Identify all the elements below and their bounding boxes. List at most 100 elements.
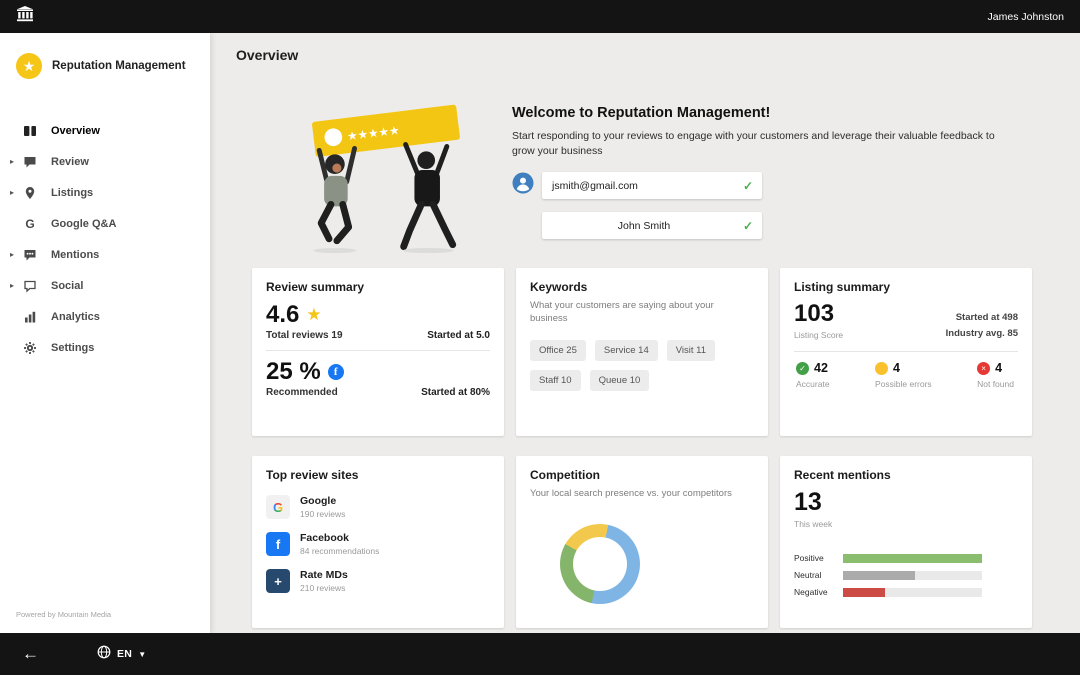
stat-value: 4: [893, 361, 900, 375]
review-summary-card: Review summary 4.6 ★ Total reviews 19 St…: [252, 268, 504, 436]
card-title: Review summary: [266, 280, 490, 294]
warning-circle-icon: [875, 362, 888, 375]
keyword-chip[interactable]: Queue 10: [590, 370, 650, 391]
brand-label: Reputation Management: [52, 60, 186, 72]
mentions-count: 13: [794, 488, 1018, 517]
listing-started-at: Started at 498: [946, 310, 1018, 326]
sidebar-item-label: Overview: [51, 125, 100, 137]
sidebar-item-analytics[interactable]: Analytics: [0, 301, 210, 332]
bar-label: Negative: [794, 587, 834, 597]
divider: [266, 350, 490, 351]
sidebar-item-settings[interactable]: Settings: [0, 332, 210, 363]
listing-industry-avg: Industry avg. 85: [946, 326, 1018, 342]
sentiment-bars: Positive Neutral Negative: [794, 553, 982, 597]
bar-label: Positive: [794, 553, 834, 563]
check-icon: ✓: [743, 219, 753, 233]
star-icon: ★: [306, 305, 321, 325]
keyword-chip[interactable]: Service 14: [595, 340, 658, 361]
review-site-google[interactable]: G Google 190 reviews: [266, 495, 490, 519]
site-detail: 210 reviews: [300, 583, 348, 593]
expand-arrow-icon[interactable]: ▸: [10, 157, 22, 166]
user-name[interactable]: James Johnston: [988, 11, 1064, 23]
card-title: Top review sites: [266, 468, 490, 482]
review-site-ratemds[interactable]: + Rate MDs 210 reviews: [266, 569, 490, 593]
keyword-chip[interactable]: Office 25: [530, 340, 586, 361]
started-at-rating: Started at 5.0: [427, 330, 490, 341]
contact-avatar-icon: [512, 172, 534, 199]
language-code: EN: [117, 648, 132, 660]
reputation-management-app: James Johnston ★ Reputation Management O…: [0, 0, 1080, 675]
email-value: jsmith@gmail.com: [552, 180, 638, 192]
competition-donut-chart: [560, 524, 640, 604]
competition-card: Competition Your local search presence v…: [516, 456, 768, 628]
site-detail: 190 reviews: [300, 509, 345, 519]
recent-mentions-card: Recent mentions 13 This week Positive Ne…: [780, 456, 1032, 628]
keywords-card: Keywords What your customers are saying …: [516, 268, 768, 436]
google-icon: G: [266, 495, 290, 519]
keyword-chip[interactable]: Staff 10: [530, 370, 581, 391]
recommended-label: Recommended: [266, 387, 338, 398]
name-value: John Smith: [618, 220, 671, 232]
listing-stats: ✓ 42 Accurate 4 Possible errors: [794, 359, 1018, 389]
total-reviews-label: Total reviews 19: [266, 330, 343, 341]
gear-icon: [22, 341, 38, 355]
stat-value: 4: [995, 361, 1002, 375]
email-field[interactable]: jsmith@gmail.com ✓: [542, 172, 762, 199]
facebook-icon: f: [266, 532, 290, 556]
language-selector[interactable]: EN ▼: [97, 645, 146, 664]
building-icon[interactable]: [16, 6, 34, 27]
powered-by-label: Powered by Mountain Media: [16, 610, 111, 619]
bar-track: [843, 571, 982, 580]
card-title: Competition: [530, 468, 754, 482]
email-row: jsmith@gmail.com ✓: [512, 172, 762, 199]
check-icon: ✓: [743, 179, 753, 193]
sidebar-item-review[interactable]: ▸ Review: [0, 146, 210, 177]
mentions-period: This week: [794, 519, 1018, 529]
star-badge-icon: ★: [16, 53, 42, 79]
review-site-facebook[interactable]: f Facebook 84 recommendations: [266, 532, 490, 556]
donut-hole: [573, 537, 627, 591]
stat-not-found: × 4 Not found: [977, 361, 1014, 389]
sidebar-nav: Overview ▸ Review ▸ Listings G Google Q&: [0, 115, 210, 363]
bar-track: [843, 588, 982, 597]
welcome-title: Welcome to Reputation Management!: [512, 105, 1012, 121]
top-bar: James Johnston: [0, 0, 1080, 33]
dashboard-cards: Review summary 4.6 ★ Total reviews 19 St…: [252, 268, 1032, 628]
stat-label: Accurate: [796, 379, 830, 389]
keywords-subtitle: What your customers are saying about you…: [530, 299, 730, 326]
brand: ★ Reputation Management: [0, 33, 210, 89]
divider: [794, 351, 1018, 352]
error-circle-icon: ×: [977, 362, 990, 375]
stat-accurate: ✓ 42 Accurate: [796, 361, 830, 389]
sidebar-item-social[interactable]: ▸ Social: [0, 270, 210, 301]
location-pin-icon: [22, 186, 38, 200]
bar-row-neutral: Neutral: [794, 570, 982, 580]
sidebar-item-label: Social: [51, 280, 83, 292]
google-g-icon: G: [22, 217, 38, 231]
check-circle-icon: ✓: [796, 362, 809, 375]
bottom-bar: ← EN ▼: [0, 633, 1080, 675]
expand-arrow-icon[interactable]: ▸: [10, 188, 22, 197]
competition-subtitle: Your local search presence vs. your comp…: [530, 487, 754, 500]
sidebar-item-listings[interactable]: ▸ Listings: [0, 177, 210, 208]
sidebar-item-mentions[interactable]: ▸ Mentions: [0, 239, 210, 270]
sidebar-item-google-qa[interactable]: G Google Q&A: [0, 208, 210, 239]
bar-fill-negative: [843, 588, 885, 597]
expand-arrow-icon[interactable]: ▸: [10, 250, 22, 259]
keyword-chip[interactable]: Visit 11: [667, 340, 715, 361]
social-chat-icon: [22, 279, 38, 293]
rating-value: 4.6: [266, 301, 299, 329]
sidebar-item-overview[interactable]: Overview: [0, 115, 210, 146]
name-field[interactable]: John Smith ✓: [542, 212, 762, 239]
bar-chart-icon: [22, 310, 38, 324]
bar-row-negative: Negative: [794, 587, 982, 597]
sidebar-item-label: Analytics: [51, 311, 100, 323]
back-arrow-icon[interactable]: ←: [22, 644, 39, 664]
bar-fill-positive: [843, 554, 982, 563]
sidebar: ★ Reputation Management Overview ▸ Revie…: [0, 33, 210, 633]
site-name: Rate MDs: [300, 569, 348, 581]
sidebar-item-label: Google Q&A: [51, 218, 116, 230]
card-title: Keywords: [530, 280, 754, 294]
main-content: Overview ★★★★★: [210, 33, 1080, 633]
expand-arrow-icon[interactable]: ▸: [10, 281, 22, 290]
